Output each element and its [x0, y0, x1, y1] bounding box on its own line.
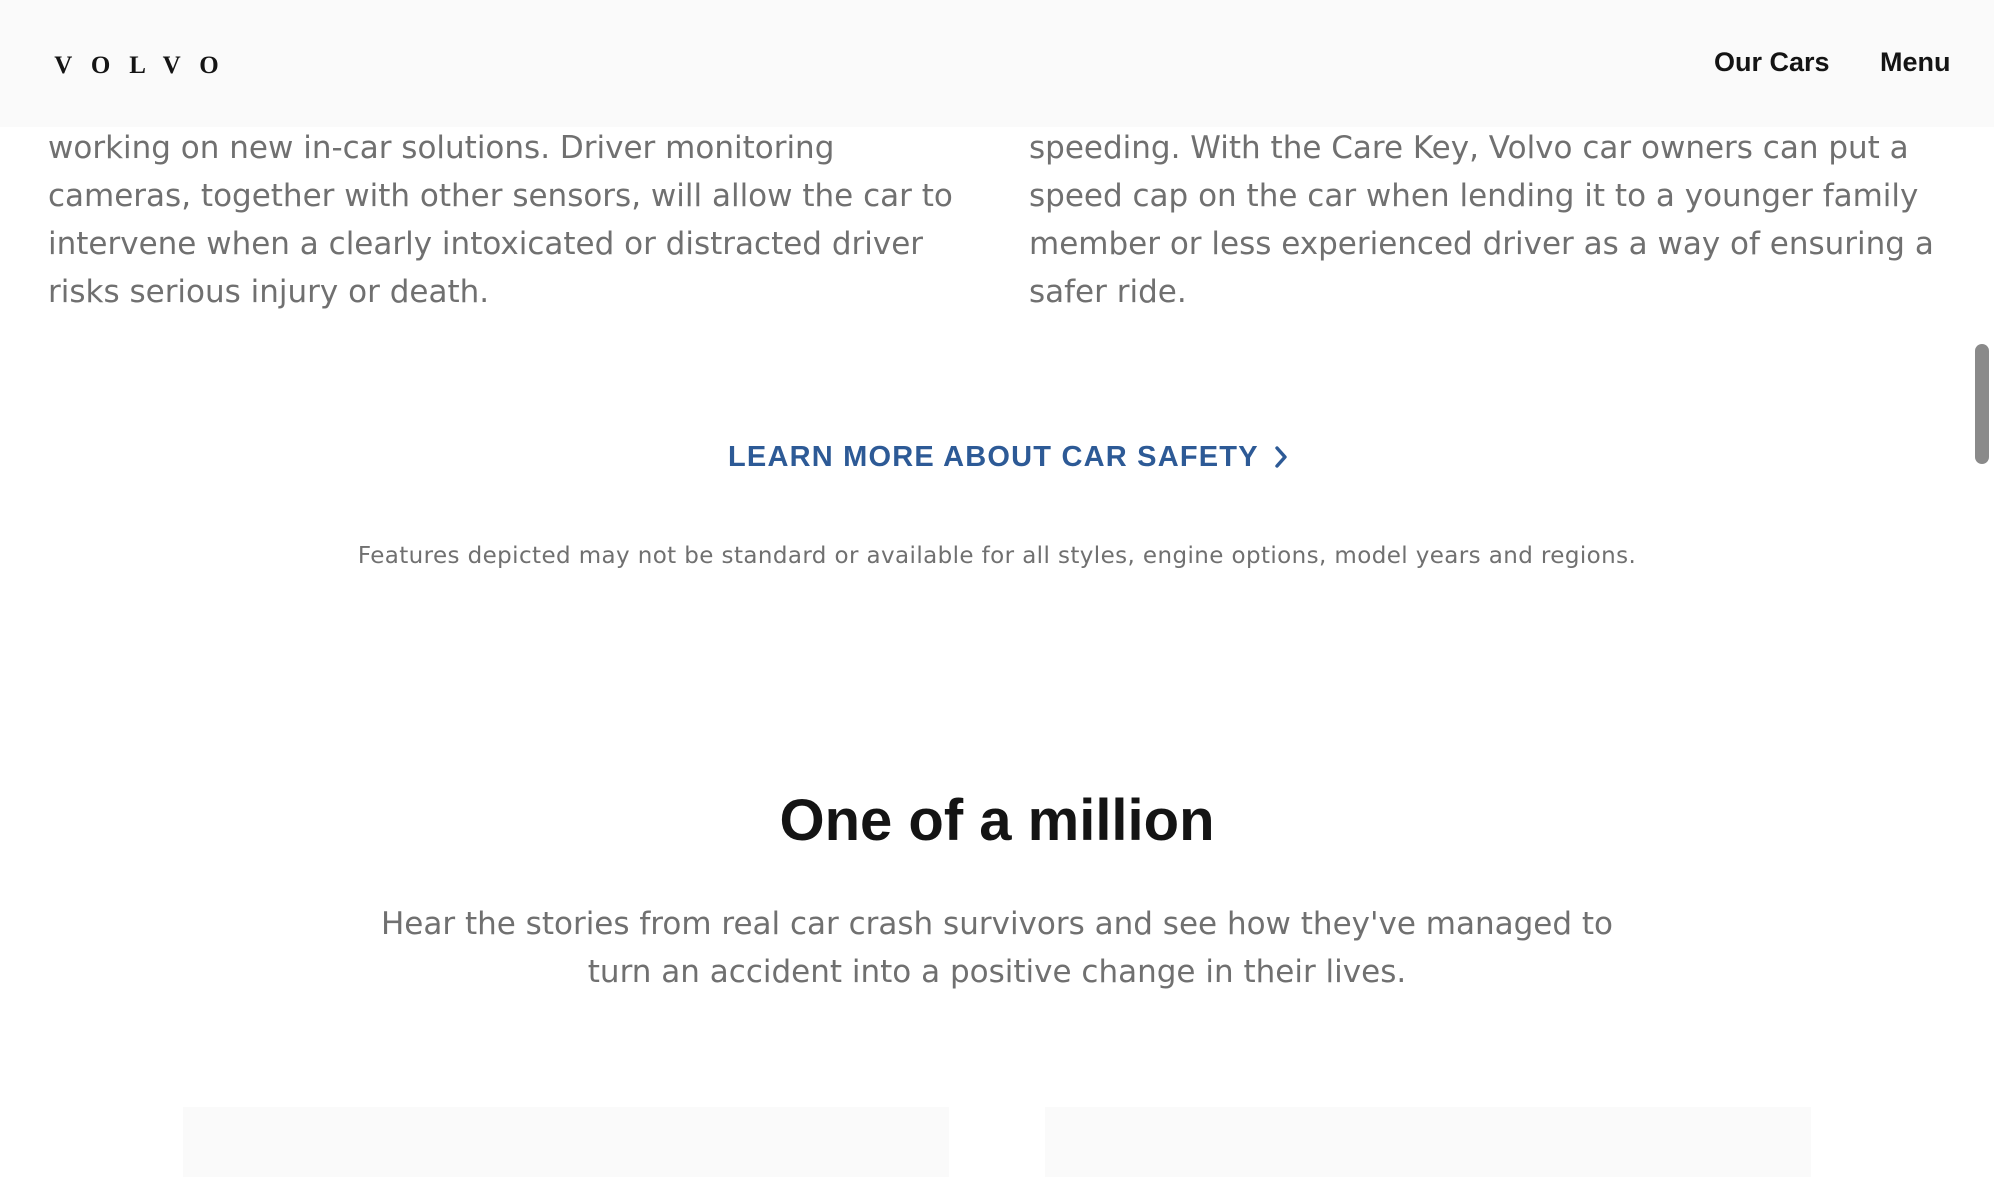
site-header: VOLVO Our Cars Menu — [0, 0, 1994, 127]
story-card[interactable] — [1045, 1107, 1811, 1177]
right-column-text: speeding. With the Care Key, Volvo car o… — [1029, 130, 1934, 310]
story-card[interactable] — [183, 1107, 949, 1177]
section-title: One of a million — [779, 788, 1215, 853]
features-disclaimer: Features depicted may not be standard or… — [357, 543, 1637, 569]
scrollbar-thumb[interactable] — [1975, 344, 1989, 464]
logo-wordmark: VOLVO — [54, 52, 237, 79]
left-column-text: working on new in-car solutions. Driver … — [48, 130, 953, 310]
volvo-logo[interactable]: VOLVO — [48, 47, 244, 81]
nav-menu[interactable]: Menu — [1880, 44, 1951, 80]
learn-more-label: LEARN MORE ABOUT CAR SAFETY — [728, 441, 1259, 473]
chevron-right-icon — [1275, 446, 1287, 468]
section-subtitle: Hear the stories from real car crash sur… — [380, 906, 1614, 990]
learn-more-car-safety-link[interactable]: LEARN MORE ABOUT CAR SAFETY — [728, 437, 1289, 477]
nav-our-cars[interactable]: Our Cars — [1714, 44, 1830, 80]
